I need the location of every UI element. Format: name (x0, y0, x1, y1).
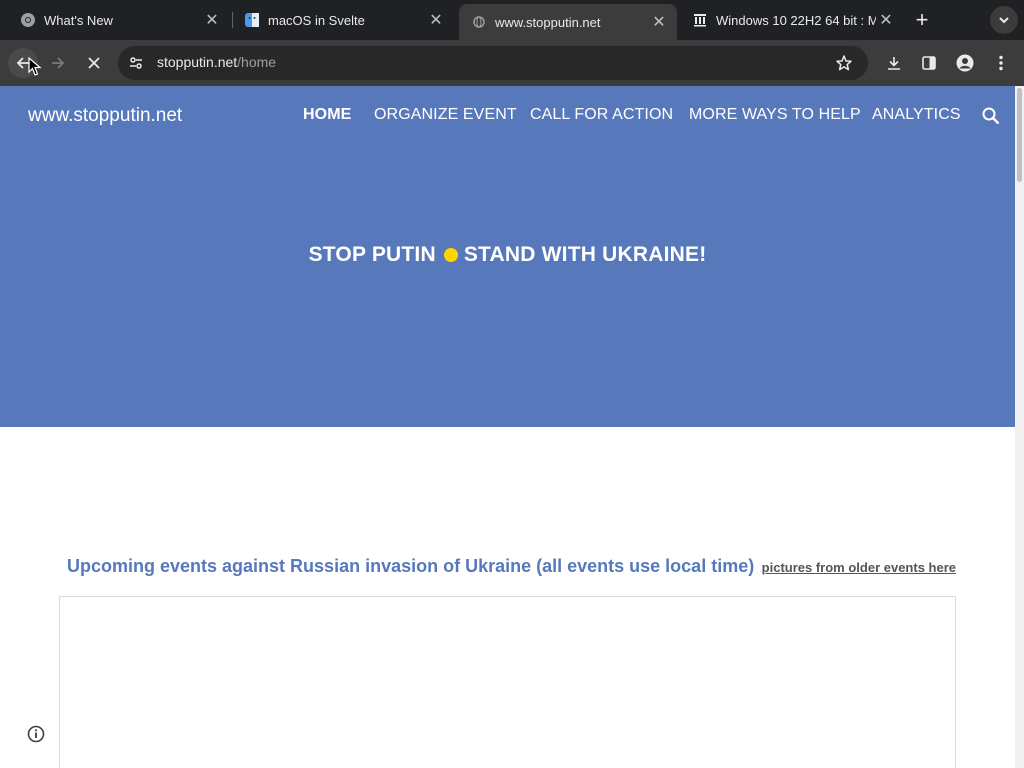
archive-org-icon (692, 12, 708, 28)
finder-icon (244, 12, 260, 28)
plus-icon[interactable]: + (908, 6, 936, 34)
tab-windows-10[interactable]: Windows 10 22H2 64 bit : M ✕ (672, 0, 904, 40)
events-heading-text: Upcoming events against Russian invasion… (67, 556, 755, 576)
forward-icon[interactable] (43, 48, 73, 78)
chrome-icon (20, 12, 36, 28)
headline-left: STOP PUTIN (308, 243, 436, 266)
mouse-cursor-icon (28, 57, 42, 76)
info-icon[interactable] (26, 724, 46, 744)
hero-headline: STOP PUTIN STAND WITH UKRAINE! (0, 243, 1015, 267)
headline-right: STAND WITH UKRAINE! (463, 243, 707, 266)
scrollbar-thumb[interactable] (1017, 88, 1022, 182)
bookmark-star-icon[interactable] (832, 51, 856, 75)
close-tab-icon[interactable]: ✕ (202, 10, 222, 30)
nav-more-ways-to-help[interactable]: MORE WAYS TO HELP (689, 106, 861, 124)
tab-title: macOS in Svelte (268, 12, 365, 28)
close-tab-icon[interactable]: ✕ (649, 12, 669, 32)
profile-icon[interactable] (950, 48, 980, 78)
download-icon[interactable] (879, 48, 909, 78)
nav-analytics[interactable]: ANALYTICS (872, 106, 961, 124)
tab-strip: What's New ✕ macOS in Svelte ✕ www.stopp… (0, 0, 1024, 40)
page-viewport: www.stopputin.net HOME ORGANIZE EVENT CA… (0, 86, 1024, 768)
nav-home[interactable]: HOME (303, 106, 351, 124)
nav-organize-event[interactable]: ORGANIZE EVENT (374, 106, 517, 124)
close-tab-icon[interactable]: ✕ (876, 10, 896, 30)
page-scrollbar[interactable] (1015, 86, 1024, 768)
chevron-down-icon[interactable] (990, 6, 1018, 34)
yellow-dot-icon (443, 248, 458, 262)
tab-whats-new[interactable]: What's New ✕ (0, 0, 230, 40)
nav-call-for-action[interactable]: CALL FOR ACTION (530, 106, 673, 124)
tab-stopputin[interactable]: www.stopputin.net ✕ (459, 4, 677, 40)
url-path: /home (237, 54, 277, 70)
url-text: stopputin.net/home (157, 54, 276, 70)
browser-toolbar: stopputin.net/home (0, 40, 1024, 86)
side-panel-icon[interactable] (914, 48, 944, 78)
tab-title: What's New (44, 12, 113, 28)
loading-globe-icon (471, 14, 487, 30)
older-events-link[interactable]: pictures from older events here (762, 560, 956, 575)
tab-macos-in-svelte[interactable]: macOS in Svelte ✕ (224, 0, 454, 40)
url-host: stopputin.net (157, 54, 238, 70)
site-info-icon[interactable] (124, 51, 148, 75)
events-calendar-embed[interactable] (59, 596, 956, 768)
site-title-link[interactable]: www.stopputin.net (28, 105, 182, 127)
hero-banner: www.stopputin.net HOME ORGANIZE EVENT CA… (0, 86, 1015, 427)
tab-title: Windows 10 22H2 64 bit : M (716, 12, 876, 28)
menu-icon[interactable] (986, 48, 1016, 78)
events-heading: Upcoming events against Russian invasion… (67, 556, 956, 577)
close-tab-icon[interactable]: ✕ (426, 10, 446, 30)
address-bar[interactable]: stopputin.net/home (118, 46, 868, 80)
tab-title: www.stopputin.net (495, 14, 601, 30)
search-icon[interactable] (979, 104, 1003, 128)
stop-loading-icon[interactable] (79, 48, 109, 78)
